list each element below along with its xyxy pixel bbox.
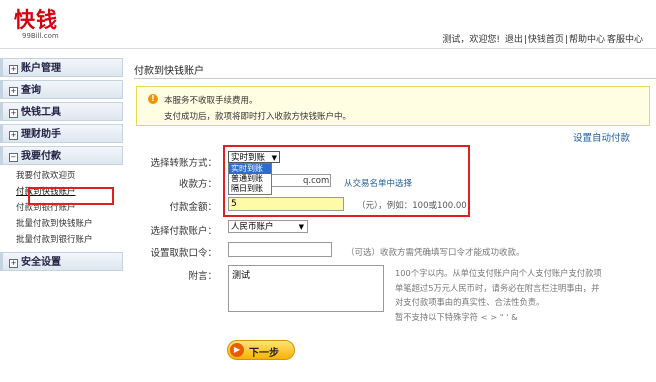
top-links: 测试，欢迎您! 退出|快钱首页|帮助中心 客服中心 [442, 35, 643, 45]
sidebar-item-account[interactable]: + 账户管理 [0, 58, 123, 77]
transfer-method-dropdown: 实时到账 普通到账 隔日到账 [228, 163, 272, 195]
expand-icon: + [9, 259, 18, 268]
sidebar-subitem-batch-bank[interactable]: 批量付款到银行账户 [0, 232, 123, 248]
password-input[interactable] [228, 242, 332, 257]
help-link[interactable]: 帮助中心 [569, 35, 605, 45]
method-option[interactable]: 普通到账 [229, 174, 271, 184]
sidebar-item-pay[interactable]: − 我要付款 [0, 146, 123, 165]
expand-icon: + [9, 109, 18, 118]
notice-line: 本服务不收取手续费用。 [164, 96, 258, 106]
sidebar-item-security[interactable]: + 安全设置 [0, 252, 123, 271]
info-icon: ! [148, 94, 158, 104]
note-textarea[interactable]: 测试 [228, 265, 384, 312]
amount-input[interactable]: 5 [228, 197, 344, 211]
logo-subtitle: 99Bill.com [22, 32, 59, 40]
sidebar-item-tools[interactable]: + 快钱工具 [0, 102, 123, 121]
method-label: 选择转账方式： [150, 158, 217, 169]
note-label: 附言： [188, 271, 217, 282]
method-option[interactable]: 隔日到账 [229, 184, 271, 194]
expand-icon: + [9, 87, 18, 96]
password-hint: （可选）收款方需凭确填写口令才能成功收款。 [346, 248, 525, 258]
service-link[interactable]: 客服中心 [607, 35, 643, 45]
sidebar-subitem-pay-welcome[interactable]: 我要付款欢迎页 [0, 168, 123, 184]
transfer-method-select[interactable]: 实时到账 ▼ [228, 151, 280, 163]
dropdown-arrow-icon: ▼ [271, 154, 277, 162]
note-hint: 100个字以内。从单位支付账户向个人支付账户支付款项 单笔超过5万元人民币时，请… [395, 268, 602, 322]
select-from-list-link[interactable]: 从交易名单中选择 [344, 177, 412, 189]
collapse-icon: − [9, 153, 18, 162]
logout-link[interactable]: 退出 [505, 35, 523, 45]
page-title: 付款到快钱账户 [134, 66, 204, 77]
payee-label: 收款方： [178, 179, 217, 190]
expand-icon: + [9, 65, 18, 74]
logo[interactable]: 快钱 [14, 8, 80, 32]
home-link[interactable]: 快钱首页 [528, 35, 564, 45]
title-divider [134, 78, 656, 79]
active-item-highlight [28, 187, 114, 205]
sidebar-item-query[interactable]: + 查询 [0, 80, 123, 99]
amount-label: 付款金额： [169, 202, 217, 213]
greeting-text: 测试，欢迎您! [442, 35, 500, 45]
expand-icon: + [9, 131, 18, 140]
next-button-label: 下一步 [249, 348, 279, 359]
amount-hint: （元），例如：100或100.00 [357, 201, 467, 211]
auto-pay-link[interactable]: 设置自动付款 [573, 130, 630, 144]
sidebar: + 账户管理 + 查询 + 快钱工具 + 理财助手 − 我要付款 我要付款欢迎页 付款到快… [0, 58, 123, 274]
sidebar-item-finance[interactable]: + 理财助手 [0, 124, 123, 143]
password-label: 设置取款口令： [150, 248, 217, 259]
header-divider [0, 48, 656, 49]
notice-line: 支付成功后，款项将即时打入收款方快钱账户中。 [164, 112, 352, 122]
method-option[interactable]: 实时到账 [229, 164, 271, 174]
pay-account-select[interactable]: 人民币账户 ▼ [228, 220, 308, 233]
sidebar-subitem-batch-99bill[interactable]: 批量付款到快钱账户 [0, 216, 123, 232]
dropdown-arrow-icon: ▼ [298, 223, 304, 231]
account-label: 选择付款账户： [150, 226, 217, 237]
arrow-right-icon: ▶ [230, 343, 244, 357]
